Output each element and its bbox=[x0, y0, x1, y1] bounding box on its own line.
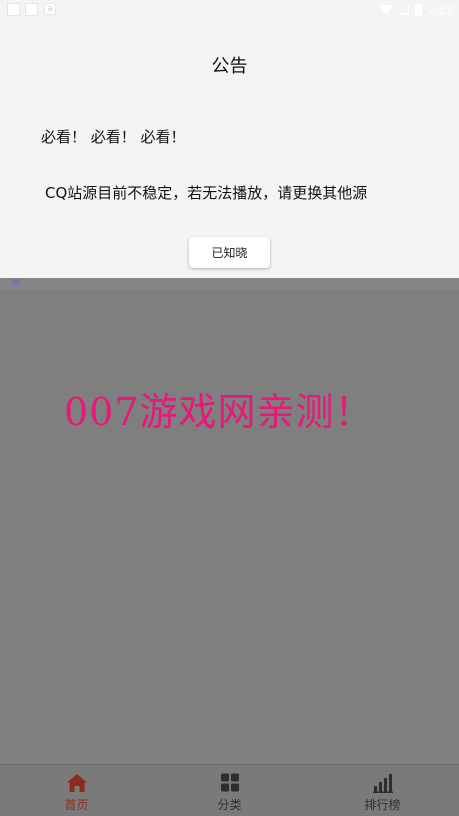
bar-chart-icon bbox=[372, 774, 393, 793]
nav-label: 分类 bbox=[217, 798, 242, 812]
battery-icon bbox=[415, 4, 423, 16]
nav-label: 首页 bbox=[64, 798, 89, 812]
grid-icon bbox=[220, 773, 239, 792]
home-icon bbox=[66, 774, 87, 792]
nav-item-category[interactable]: 分类 bbox=[153, 765, 306, 816]
dimmed-icon bbox=[12, 279, 20, 285]
nav-item-ranking[interactable]: 排行榜 bbox=[306, 765, 459, 816]
notification-square-icon bbox=[7, 3, 20, 16]
dialog-title: 公告 bbox=[211, 56, 248, 77]
dialog-message-line: 必看！ 必看！ 必看！ bbox=[41, 128, 186, 146]
announcement-dialog: 公告 必看！ 必看！ 必看！ CQ站源目前不稳定，若无法播放，请更换其他源 已知… bbox=[0, 0, 459, 278]
nav-label: 排行榜 bbox=[364, 798, 401, 812]
dialog-message-line: CQ站源目前不稳定，若无法播放，请更换其他源 bbox=[45, 184, 368, 202]
notification-square-icon bbox=[25, 3, 38, 16]
nav-item-home[interactable]: 首页 bbox=[0, 765, 153, 816]
status-bar: a 2:53 bbox=[0, 0, 459, 20]
signal-icon bbox=[399, 5, 410, 15]
status-icons: 2:53 bbox=[379, 2, 453, 18]
watermark-text: 007游戏网亲测！ bbox=[64, 390, 374, 434]
app-notification-icon: a bbox=[44, 3, 56, 15]
dimmed-content-strip bbox=[0, 278, 459, 290]
wifi-icon bbox=[379, 5, 394, 15]
bottom-nav: 首页 分类 排行榜 bbox=[0, 764, 459, 816]
acknowledge-button[interactable]: 已知晓 bbox=[189, 237, 270, 268]
clock: 2:53 bbox=[428, 3, 453, 17]
